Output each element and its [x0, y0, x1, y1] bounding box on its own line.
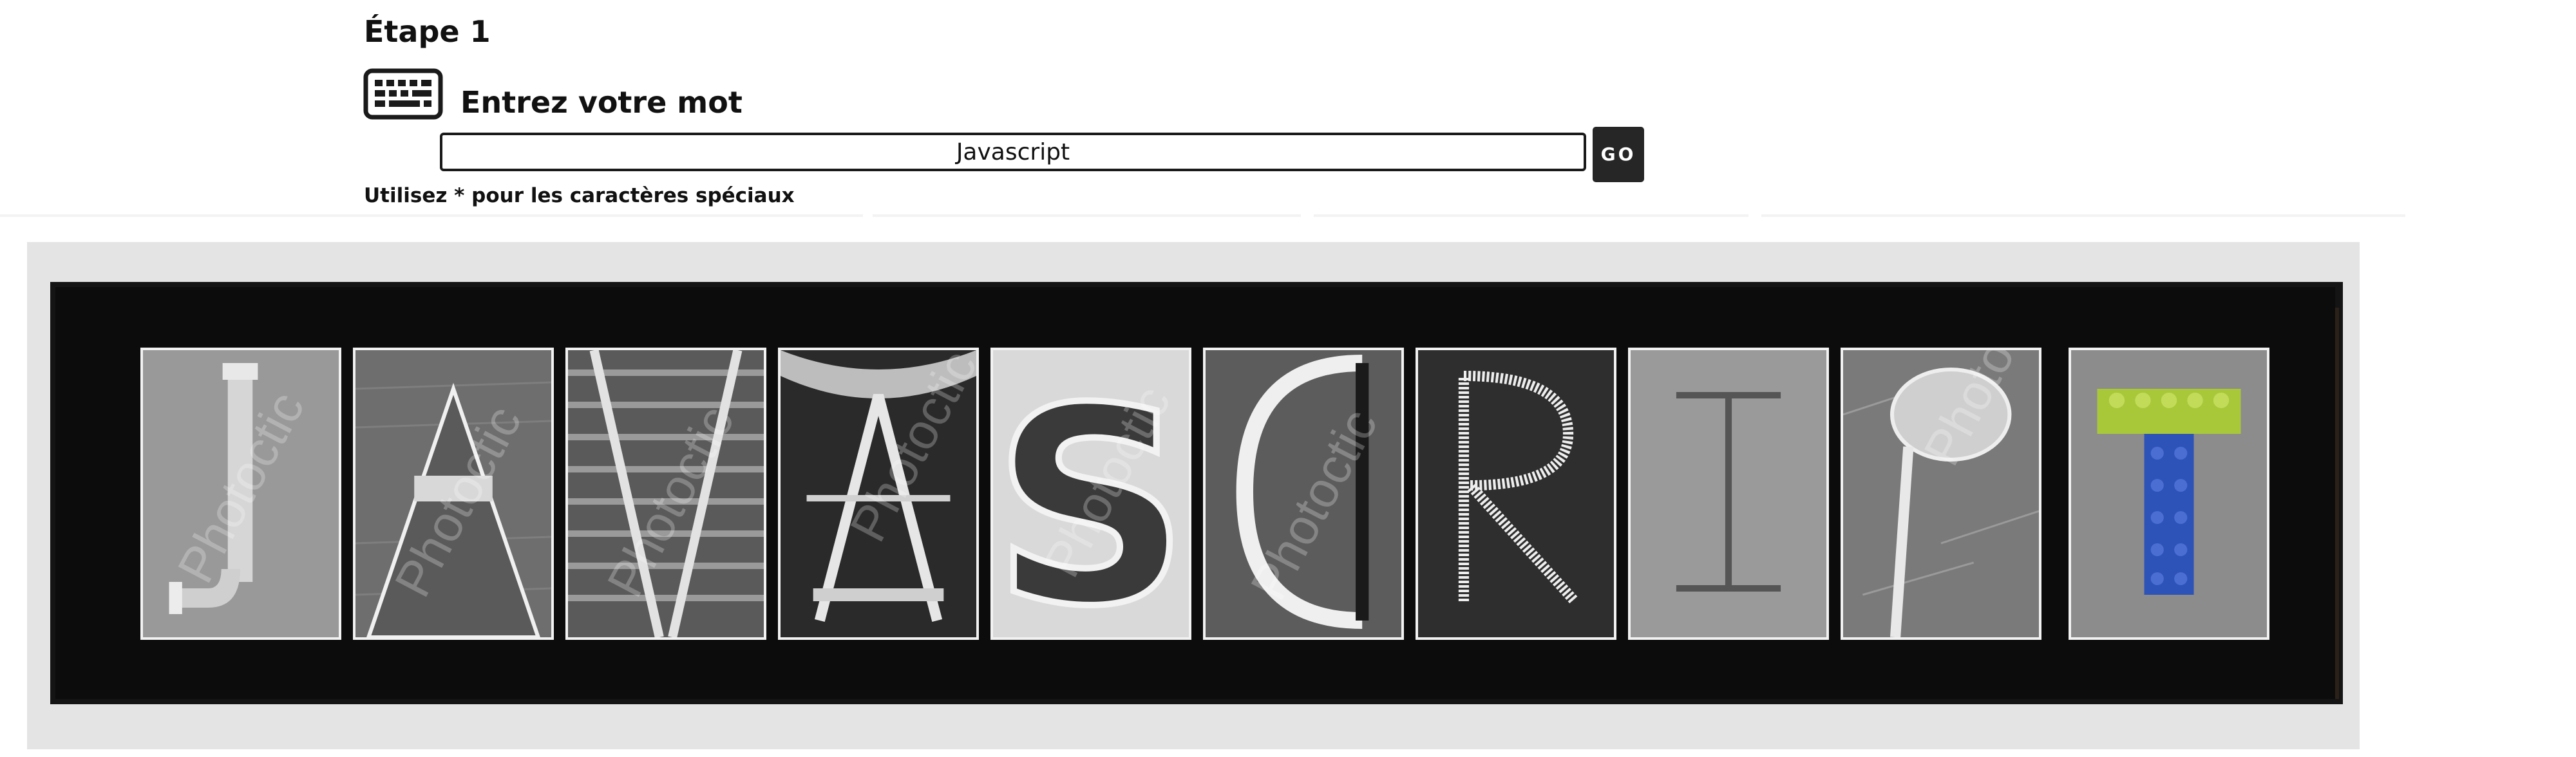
letter-tile-v: Photoctic: [565, 348, 766, 640]
separator: [0, 214, 863, 217]
separator: [873, 214, 1301, 217]
word-input[interactable]: [440, 133, 1586, 171]
letter-tile-t: [2069, 348, 2269, 640]
go-button[interactable]: GO: [1593, 127, 1644, 182]
step-title: Étape 1: [364, 14, 491, 49]
letter-tile-i: [1628, 348, 1829, 640]
letter-tile-p: Photoctic: [1841, 348, 2041, 640]
letter-tile-c: Photoctic: [1203, 348, 1404, 640]
letter-tile-j: Photoctic: [140, 348, 341, 640]
separator: [1761, 214, 2405, 217]
keyboard-icon: [363, 68, 443, 120]
letter-tile-s: S Photoctic: [990, 348, 1191, 640]
special-chars-hint: Utilisez * pour les caractères spéciaux: [364, 184, 795, 207]
letter-tile-a: Photoctic: [353, 348, 554, 640]
letter-tile-r: [1416, 348, 1616, 640]
letter-tile-a2: Photoctic: [778, 348, 979, 640]
separator: [1314, 214, 1748, 217]
word-prompt: Entrez votre mot: [460, 85, 743, 120]
